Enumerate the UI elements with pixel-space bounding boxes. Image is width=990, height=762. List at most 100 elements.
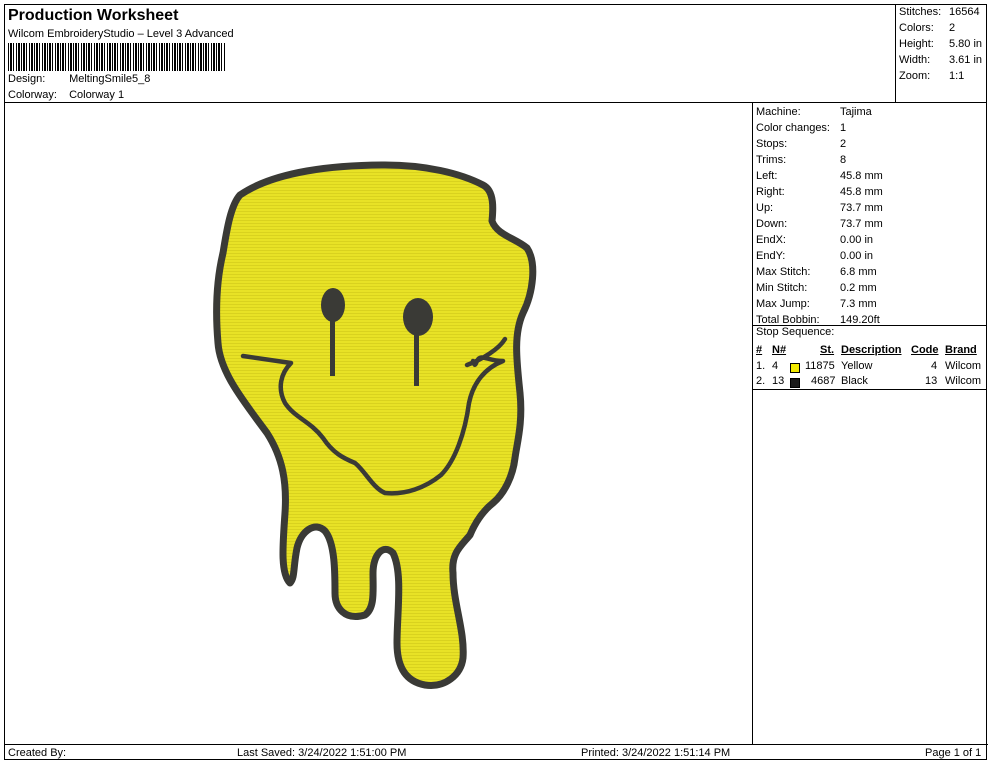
row-stitches: 4687	[811, 375, 836, 387]
info-value: 0.2 mm	[840, 282, 877, 294]
stop-sequence: Stop Sequence: # N# St. Description Code…	[753, 325, 987, 390]
info-row: EndY: 0.00 in	[756, 250, 873, 266]
page-number: Page 1 of 1	[925, 747, 982, 759]
design-label: Design:	[8, 73, 46, 85]
stat-value: 5.80 in	[949, 38, 983, 50]
design-stats: Stitches: 16564 Colors: 2 Height: 5.80 in W…	[895, 5, 987, 103]
info-value: 7.3 mm	[840, 298, 877, 310]
right-eye	[403, 298, 433, 336]
info-value: 45.8 mm	[840, 186, 883, 198]
page-title: Production Worksheet	[8, 7, 179, 24]
worksheet-frame: Production Worksheet Wilcom EmbroiderySt…	[4, 4, 988, 760]
stat-key: Height:	[899, 38, 934, 50]
info-key: Color changes:	[756, 122, 830, 134]
right-eye-drip	[414, 331, 419, 386]
row-brand: Wilcom	[945, 360, 982, 372]
table-row: 2. 13 4687 Black 13 Wilcom	[753, 375, 987, 391]
stop-table: Stop Sequence: # N# St. Description Code…	[753, 326, 987, 390]
info-row: Max Stitch: 6.8 mm	[756, 266, 877, 282]
info-key: Machine:	[756, 106, 801, 118]
col-stitches: St.	[820, 344, 835, 356]
row-stitches: 11875	[805, 360, 835, 372]
info-row: Min Stitch: 0.2 mm	[756, 282, 877, 298]
stat-value: 16564	[949, 6, 980, 18]
row-index: 2.	[756, 375, 766, 387]
worksheet-header: Production Worksheet Wilcom EmbroiderySt…	[5, 5, 895, 103]
stop-sequence-heading: Stop Sequence:	[756, 326, 835, 338]
info-value: 73.7 mm	[840, 218, 883, 230]
info-key: EndY:	[756, 250, 786, 262]
barcode-image	[8, 43, 226, 71]
machine-info-panel: Machine: Tajima Color changes: 1 Stops: 2 T…	[753, 103, 987, 744]
stat-row: Zoom: 1:1	[899, 70, 964, 82]
info-value: 2	[840, 138, 847, 150]
info-value: 73.7 mm	[840, 202, 883, 214]
row-description: Yellow	[841, 360, 873, 372]
info-value: 6.8 mm	[840, 266, 877, 278]
info-value: 45.8 mm	[840, 170, 883, 182]
info-row: Left: 45.8 mm	[756, 170, 883, 186]
info-key: Min Stitch:	[756, 282, 808, 294]
info-value: 1	[840, 122, 847, 134]
worksheet-footer: Created By: Last Saved: 3/24/2022 1:51:0…	[5, 744, 988, 760]
row-code: 4	[931, 360, 938, 372]
software-name: Wilcom EmbroideryStudio – Level 3 Advanc…	[8, 28, 234, 40]
stat-value: 1:1	[949, 70, 965, 82]
info-key: Trims:	[756, 154, 787, 166]
table-row: 1. 4 11875 Yellow 4 Wilcom	[753, 360, 987, 376]
info-value: Tajima	[840, 106, 872, 118]
info-row: Stops: 2	[756, 138, 846, 154]
col-needle: N#	[772, 344, 787, 356]
stat-key: Colors:	[899, 22, 934, 34]
info-row: EndX: 0.00 in	[756, 234, 873, 250]
smile-body	[213, 161, 537, 689]
info-key: Left:	[756, 170, 778, 182]
design-preview	[5, 103, 753, 744]
info-key: Right:	[756, 186, 785, 198]
info-key: Max Jump:	[756, 298, 810, 310]
stat-value: 2	[949, 22, 956, 34]
col-index: #	[756, 344, 763, 356]
stat-row: Colors: 2	[899, 22, 955, 34]
stat-key: Stitches:	[899, 6, 942, 18]
created-by: Created By:	[8, 747, 67, 759]
row-code: 13	[925, 375, 938, 387]
colorway-value: Colorway 1	[69, 89, 125, 101]
col-code: Code	[911, 344, 939, 356]
left-eye-drip	[330, 318, 335, 376]
info-key: Down:	[756, 218, 788, 230]
info-row: Down: 73.7 mm	[756, 218, 883, 234]
colorway-label: Colorway:	[8, 89, 57, 101]
col-description: Description	[841, 344, 902, 356]
row-needle: 4	[772, 360, 779, 372]
row-description: Black	[841, 375, 868, 387]
color-swatch	[790, 378, 800, 388]
stat-key: Width:	[899, 54, 931, 66]
info-key: Stops:	[756, 138, 788, 150]
info-key: EndX:	[756, 234, 786, 246]
stat-row: Width: 3.61 in	[899, 54, 982, 66]
colorway-row: Colorway: Colorway 1	[8, 89, 124, 101]
info-row: Color changes: 1	[756, 122, 846, 138]
row-index: 1.	[756, 360, 766, 372]
info-row: Max Jump: 7.3 mm	[756, 298, 877, 314]
stat-value: 3.61 in	[949, 54, 983, 66]
design-row: Design: MeltingSmile5_8	[8, 73, 150, 85]
melting-smile-design	[213, 161, 537, 689]
last-saved: Last Saved: 3/24/2022 1:51:00 PM	[237, 747, 407, 759]
info-row: Machine: Tajima	[756, 106, 872, 122]
stat-row: Height: 5.80 in	[899, 38, 982, 50]
info-key: Up:	[756, 202, 774, 214]
left-eye	[321, 288, 345, 322]
color-swatch	[790, 363, 800, 373]
info-row: Trims: 8	[756, 154, 846, 170]
stat-row: Stitches: 16564	[899, 6, 980, 18]
info-row: Up: 73.7 mm	[756, 202, 883, 218]
info-value: 8	[840, 154, 847, 166]
design-value: MeltingSmile5_8	[69, 73, 151, 85]
info-value: 0.00 in	[840, 234, 874, 246]
row-needle: 13	[772, 375, 785, 387]
printed-date: Printed: 3/24/2022 1:51:14 PM	[581, 747, 731, 759]
col-brand: Brand	[945, 344, 977, 356]
row-brand: Wilcom	[945, 375, 982, 387]
